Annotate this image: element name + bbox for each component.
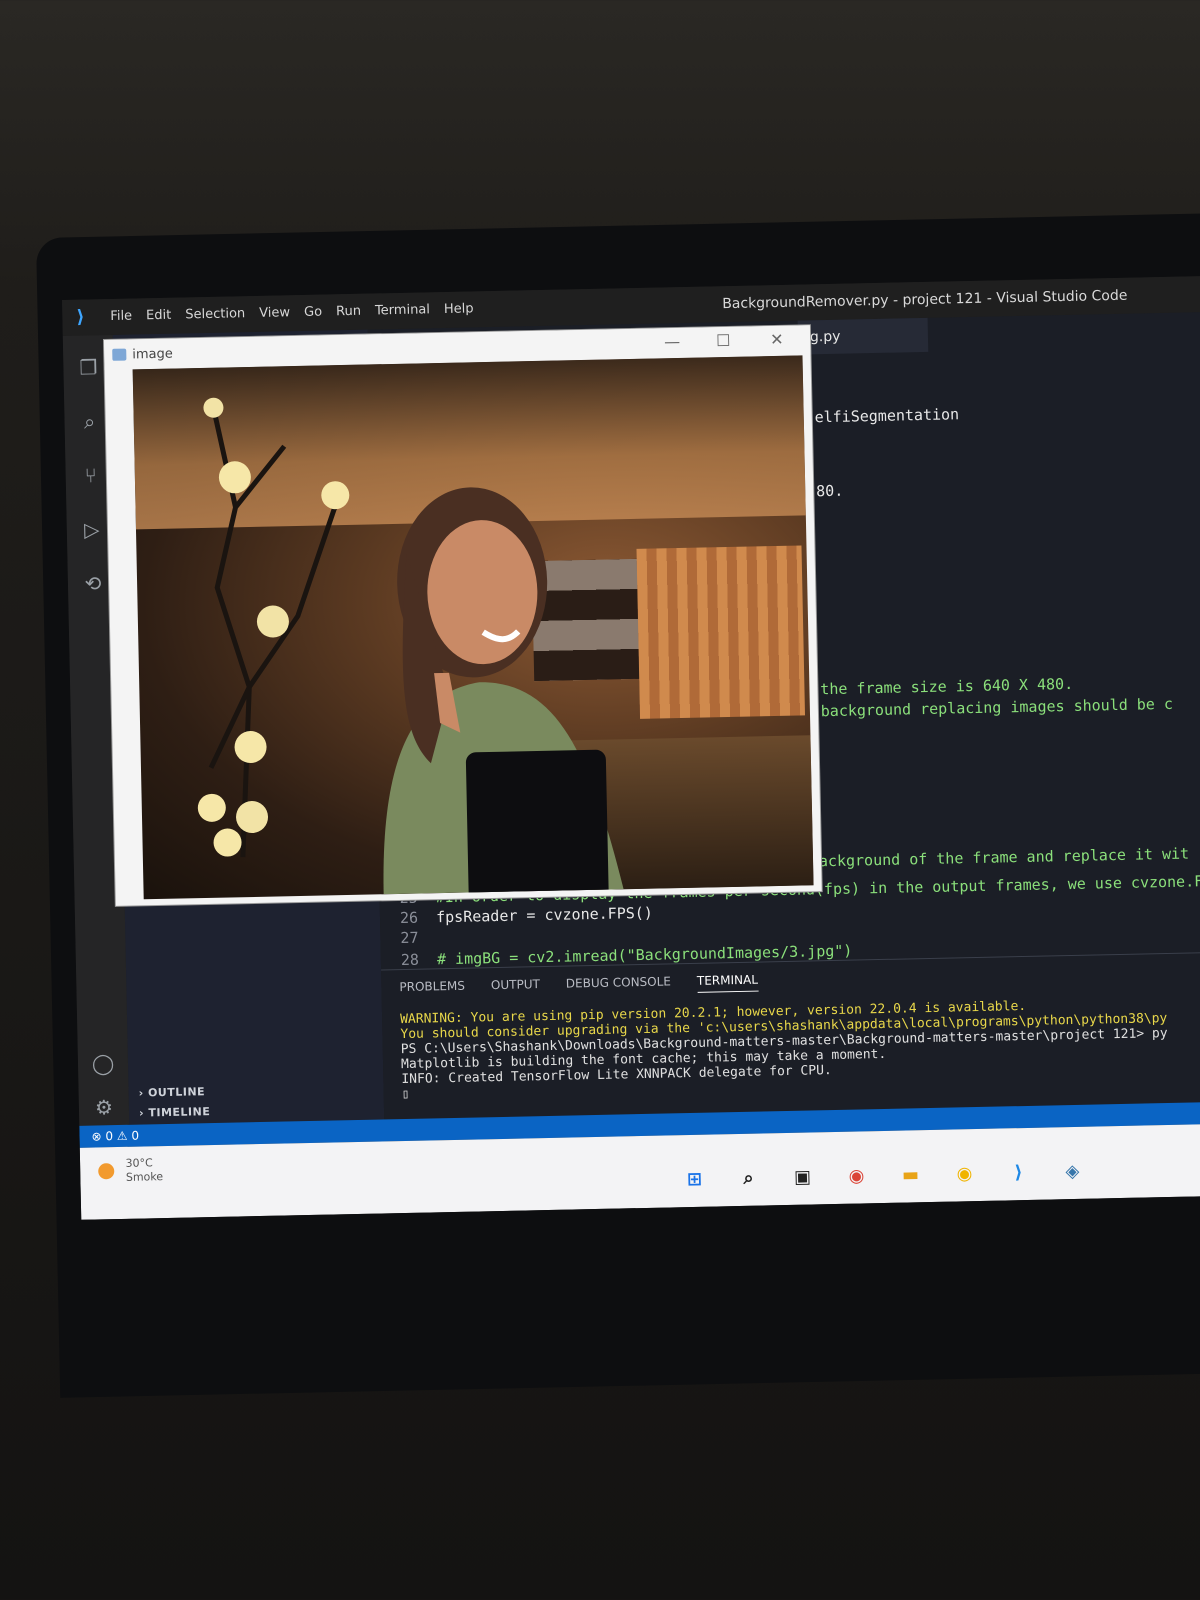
image-window-title: image [132, 346, 173, 363]
timeline-section[interactable]: › TIMELINE [139, 1105, 211, 1119]
code-fragment: background replacing images should be c [820, 694, 1174, 721]
image-window[interactable]: image — ☐ ✕ [104, 325, 822, 906]
weather-desc: Smoke [125, 1170, 164, 1184]
maximize-icon[interactable]: ☐ [716, 331, 731, 350]
image-app-icon [112, 348, 127, 361]
menu-file[interactable]: File [110, 309, 132, 324]
panel-tabs: PROBLEMS OUTPUT DEBUG CONSOLE TERMINAL [399, 972, 759, 1000]
timeline-label: TIMELINE [148, 1105, 211, 1120]
line-number: 28 [400, 950, 420, 970]
code-fragment: the frame size is 640 X 480. [820, 674, 1074, 699]
code-line: 26 fpsReader = cvzone.FPS() [400, 904, 653, 927]
tab-problems[interactable]: PROBLEMS [399, 979, 465, 999]
file-explorer-icon[interactable]: ▬ [896, 1160, 925, 1189]
explorer-icon[interactable]: ❐ [76, 355, 100, 379]
task-view-icon[interactable]: ▣ [788, 1162, 817, 1191]
menu-bar: File Edit Selection View Go Run Terminal… [110, 301, 474, 324]
search-icon[interactable]: ⌕ [77, 409, 101, 433]
vscode-logo-icon: ⟩ [76, 306, 85, 328]
line-number: 26 [399, 908, 419, 928]
terminal-output[interactable]: WARNING: You are using pip version 20.2.… [400, 996, 1169, 1102]
account-icon[interactable]: ◯ [91, 1051, 115, 1075]
remote-explorer-icon[interactable]: ⟲ [81, 571, 105, 595]
phone-in-hand [465, 749, 609, 900]
menu-help[interactable]: Help [444, 301, 474, 317]
settings-gear-icon[interactable]: ⚙ [92, 1095, 116, 1119]
webcam-frame [132, 355, 814, 900]
weather-sun-icon [98, 1163, 115, 1180]
windows-start-icon[interactable]: ⊞ [680, 1165, 709, 1194]
code-line: 27 [400, 928, 436, 947]
line-number: 27 [400, 928, 419, 948]
line-text: fpsReader = cvzone.FPS() [435, 903, 654, 927]
menu-terminal[interactable]: Terminal [375, 302, 430, 318]
menu-go[interactable]: Go [304, 305, 322, 320]
code-fragment: elfiSegmentation [814, 405, 960, 427]
weather-temp: 30°C [125, 1156, 153, 1170]
minimize-icon[interactable]: — [664, 332, 680, 351]
weather-widget[interactable]: 30°C Smoke [98, 1156, 163, 1185]
python-icon[interactable]: ◈ [1058, 1157, 1087, 1186]
tab-debug-console[interactable]: DEBUG CONSOLE [566, 974, 671, 995]
menu-run[interactable]: Run [336, 304, 361, 320]
menu-view[interactable]: View [259, 305, 290, 321]
run-debug-icon[interactable]: ▷ [80, 517, 104, 541]
tab-terminal[interactable]: TERMINAL [696, 972, 759, 993]
editor-tab[interactable]: g.py [797, 317, 929, 355]
window-title: BackgroundRemover.py - project 121 - Vis… [722, 287, 1128, 313]
search-icon[interactable]: ⌕ [734, 1164, 763, 1193]
tab-output[interactable]: OUTPUT [491, 977, 540, 997]
bottom-panel: PROBLEMS OUTPUT DEBUG CONSOLE TERMINAL W… [381, 951, 1200, 1121]
chrome-canary-icon[interactable]: ◉ [950, 1159, 979, 1188]
close-icon[interactable]: ✕ [770, 330, 784, 349]
vscode-icon[interactable]: ⟩ [1004, 1158, 1033, 1187]
taskbar-apps: ⊞ ⌕ ▣ ◉ ▬ ◉ ⟩ ◈ [680, 1157, 1086, 1193]
chrome-icon[interactable]: ◉ [842, 1161, 871, 1190]
code-fragment: 80. [815, 481, 844, 501]
outline-label: OUTLINE [147, 1085, 206, 1100]
menu-selection[interactable]: Selection [185, 306, 245, 322]
source-control-icon[interactable]: ⑂ [78, 463, 102, 487]
outline-section[interactable]: › OUTLINE [138, 1085, 205, 1099]
code-fragment: ackground of the frame and replace it wi… [818, 844, 1190, 871]
menu-edit[interactable]: Edit [146, 308, 171, 324]
